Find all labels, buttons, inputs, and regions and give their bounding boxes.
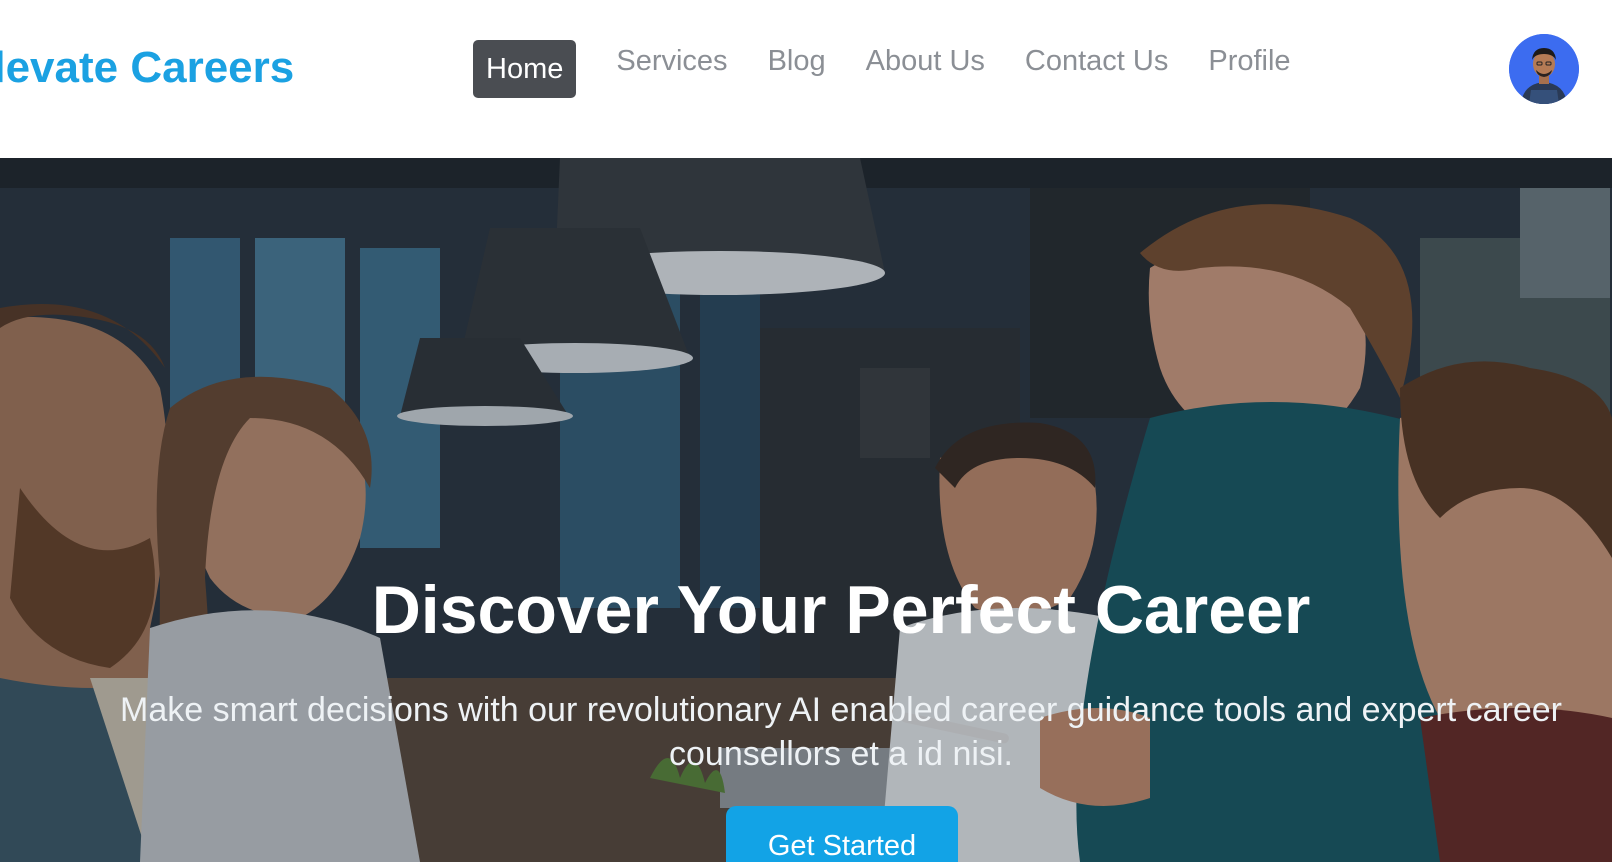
- nav-item-contact-us[interactable]: Contact Us: [1005, 41, 1188, 81]
- site-header: Elevate Careers Home Services Blog About…: [0, 0, 1612, 158]
- hero-subtitle: Make smart decisions with our revolution…: [120, 691, 1562, 773]
- nav-item-services[interactable]: Services: [596, 41, 747, 81]
- nav-item-about-us[interactable]: About Us: [846, 41, 1005, 81]
- hero-title: Discover Your Perfect Career: [371, 571, 1311, 648]
- main-nav: Home Services Blog About Us Contact Us P…: [473, 40, 1311, 98]
- nav-item-blog[interactable]: Blog: [748, 41, 846, 81]
- nav-item-home[interactable]: Home: [473, 40, 577, 98]
- user-avatar-icon[interactable]: [1509, 34, 1579, 104]
- nav-item-profile[interactable]: Profile: [1188, 41, 1310, 81]
- brand-logo-text[interactable]: Elevate Careers: [0, 40, 294, 96]
- get-started-button[interactable]: Get Started: [726, 806, 958, 862]
- hero-section: Discover Your Perfect Career Make smart …: [0, 158, 1612, 862]
